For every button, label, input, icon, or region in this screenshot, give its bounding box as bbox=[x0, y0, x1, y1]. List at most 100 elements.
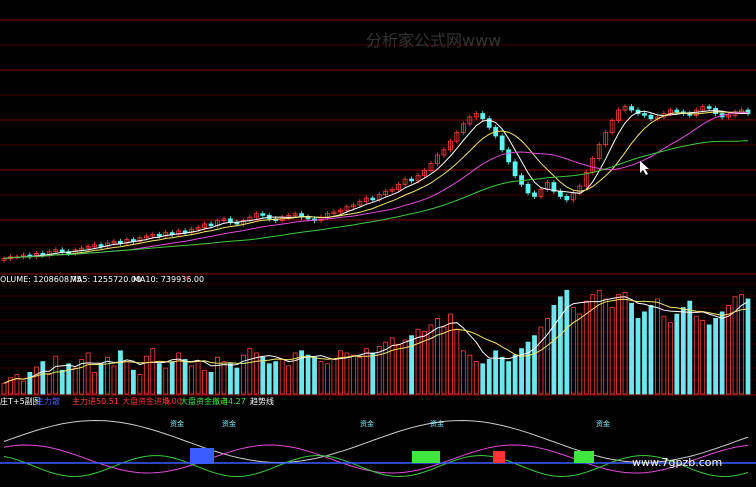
volume-bar bbox=[182, 359, 188, 395]
volume-bar bbox=[551, 305, 557, 395]
volume-bar bbox=[363, 348, 369, 395]
candle-body bbox=[182, 230, 188, 234]
candle-body bbox=[557, 190, 563, 197]
volume-bar bbox=[305, 354, 311, 395]
volume-bar bbox=[40, 361, 46, 395]
candle-body bbox=[512, 161, 518, 177]
volume-bar bbox=[616, 294, 622, 395]
candle-body bbox=[370, 197, 376, 201]
candle-body bbox=[480, 113, 486, 120]
volume-bar bbox=[357, 356, 363, 395]
volume-bar bbox=[325, 363, 330, 395]
volume-bar bbox=[163, 367, 169, 395]
candle-body bbox=[532, 192, 537, 197]
volume-bar bbox=[622, 292, 628, 395]
volume-bar bbox=[396, 343, 402, 395]
moving-average-lines bbox=[3, 110, 749, 259]
candle-body bbox=[674, 109, 680, 113]
volume-bar bbox=[344, 352, 350, 395]
volume-bar bbox=[473, 361, 479, 395]
candle-body bbox=[118, 240, 123, 244]
volume-bar bbox=[726, 305, 731, 395]
volume-bar bbox=[486, 359, 492, 395]
annotation-label: 资金 bbox=[430, 419, 444, 428]
annotation-label: 资金 bbox=[170, 419, 184, 428]
indicator-value2: 50.51 bbox=[96, 397, 119, 406]
volume-bar bbox=[467, 354, 473, 395]
indicator-line4: 大盘资金进场 bbox=[122, 396, 170, 406]
volume-ma10-label: MA10: 739936.00 bbox=[133, 275, 204, 284]
volume-bar bbox=[312, 356, 317, 395]
volume-bar bbox=[376, 346, 382, 395]
volume-bar bbox=[700, 320, 706, 395]
volume-bar bbox=[603, 298, 609, 395]
volume-bar bbox=[98, 363, 104, 395]
volume-bar bbox=[53, 355, 59, 395]
volume-bar bbox=[14, 374, 20, 395]
volume-bar bbox=[202, 369, 207, 395]
volume-bar bbox=[564, 289, 570, 395]
indicator-value6: -44.27 bbox=[220, 397, 246, 406]
volume-bar bbox=[609, 307, 615, 395]
volume-bar bbox=[706, 324, 712, 395]
volume-bar bbox=[350, 354, 356, 395]
ma-line-40 bbox=[3, 140, 749, 259]
volume-bar bbox=[493, 350, 499, 395]
volume-bar bbox=[228, 363, 233, 395]
candle-body bbox=[706, 106, 712, 109]
candle-body bbox=[506, 149, 512, 163]
ma-line-5 bbox=[3, 110, 748, 259]
watermark-text: 分析家公式网www bbox=[366, 31, 501, 50]
volume-bar bbox=[557, 296, 563, 395]
chart-canvas: 分析家公式网www OLUME: 1208608.75 MA5: 1255720… bbox=[0, 19, 756, 478]
volume-bar bbox=[428, 324, 434, 395]
volume-bar bbox=[648, 305, 654, 395]
volume-bar bbox=[156, 363, 162, 395]
candle-body bbox=[59, 249, 65, 253]
volume-bar bbox=[415, 328, 421, 395]
volume-bar bbox=[480, 363, 486, 395]
volume-header: OLUME: 1208608.75 MA5: 1255720.00 MA10: … bbox=[0, 275, 204, 284]
volume-bar bbox=[195, 361, 201, 395]
ma-line-20 bbox=[3, 111, 749, 259]
annotation-label: 资金 bbox=[596, 419, 610, 428]
volume-bar bbox=[680, 307, 686, 395]
volume-bar bbox=[273, 361, 279, 395]
candle-body bbox=[260, 213, 266, 216]
volume-bar bbox=[545, 317, 550, 395]
volume-bar bbox=[693, 315, 699, 395]
volume-bar bbox=[92, 371, 97, 395]
candlestick-series bbox=[1, 104, 751, 263]
volume-bar bbox=[266, 363, 272, 395]
volume-bar bbox=[137, 374, 143, 395]
indicator-name: 庄T+5副图 bbox=[0, 396, 41, 406]
stock-chart: 分析家公式网www OLUME: 1208608.75 MA5: 1255720… bbox=[0, 0, 756, 487]
green-signal-box bbox=[574, 451, 594, 463]
volume-bar bbox=[105, 356, 110, 395]
candle-body bbox=[409, 178, 414, 182]
candle-body bbox=[564, 195, 570, 201]
volume-bar bbox=[130, 369, 136, 395]
volume-bar bbox=[409, 335, 414, 395]
candle-body bbox=[156, 233, 162, 237]
volume-bar bbox=[435, 317, 440, 395]
volume-bar bbox=[713, 317, 719, 395]
volume-bar bbox=[506, 361, 512, 395]
annotation-label: 资金 bbox=[222, 419, 236, 428]
volume-bar bbox=[454, 328, 460, 395]
volume-bar bbox=[745, 298, 751, 395]
volume-bar bbox=[85, 352, 91, 395]
up-arrow-icon: ↑ bbox=[184, 275, 191, 284]
green-signal-box bbox=[412, 451, 440, 463]
volume-bar bbox=[279, 359, 285, 395]
red-signal-box bbox=[493, 451, 505, 463]
volume-bar bbox=[208, 371, 214, 395]
indicator-header: 庄T+5副图 主力散 主力进 50.51 大盘资金进场 0.00 大盘资金撤走 … bbox=[0, 394, 756, 406]
candle-body bbox=[648, 114, 654, 120]
volume-bar bbox=[221, 361, 227, 395]
candle-body bbox=[499, 135, 505, 151]
site-watermark: www.7gpzb.com bbox=[632, 456, 723, 469]
volume-bar bbox=[635, 317, 641, 395]
indicator-line1: 主力散 bbox=[36, 396, 60, 406]
volume-bar bbox=[59, 369, 65, 395]
